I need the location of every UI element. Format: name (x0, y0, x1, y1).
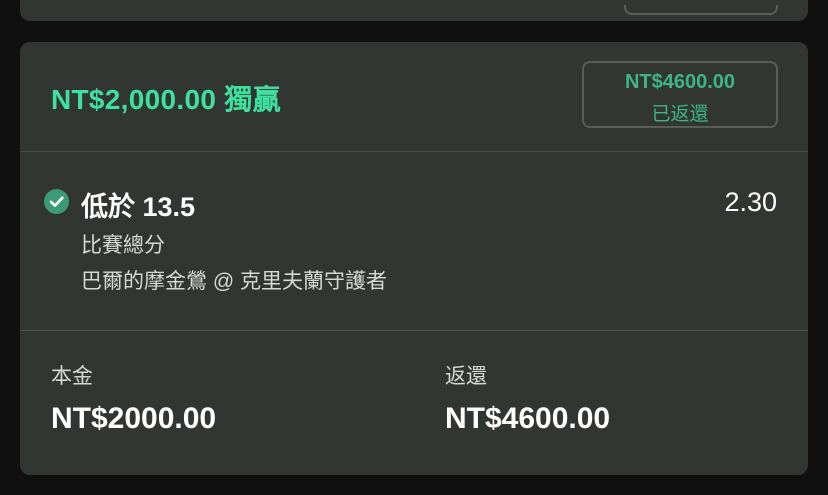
return-summary: 返還 NT$4600.00 (445, 360, 610, 436)
bet-card: NT$2,000.00 獨贏 NT$4600.00 已返還 低於 13.5 2.… (20, 42, 808, 475)
return-value: NT$4600.00 (445, 402, 611, 435)
check-circle-icon (44, 189, 69, 214)
selection-event: 巴爾的摩金鶯 @ 克里夫蘭守護者 (81, 270, 387, 293)
previous-bet-card (20, 0, 808, 21)
return-label: 返還 (445, 365, 487, 388)
returned-status-badge: NT$4600.00 已返還 (582, 61, 778, 128)
bet-selection: 低於 13.5 2.30 比賽總分 巴爾的摩金鶯 @ 克里夫蘭守護者 (20, 152, 808, 331)
returned-label: 已返還 (651, 104, 709, 125)
selection-pick: 低於 13.5 (81, 192, 196, 222)
returned-amount: NT$4600.00 (624, 71, 736, 93)
stake-value: NT$2000.00 (51, 402, 217, 435)
selection-odds: 2.30 (724, 187, 777, 217)
bet-card-header: NT$2,000.00 獨贏 NT$4600.00 已返還 (20, 42, 808, 152)
bet-win-title: NT$2,000.00 獨贏 (51, 84, 281, 115)
stake-label: 本金 (51, 365, 93, 388)
stake-summary: 本金 NT$2000.00 (51, 360, 216, 436)
selection-market: 比賽總分 (81, 234, 165, 257)
previous-card-button-edge[interactable] (624, 5, 778, 15)
